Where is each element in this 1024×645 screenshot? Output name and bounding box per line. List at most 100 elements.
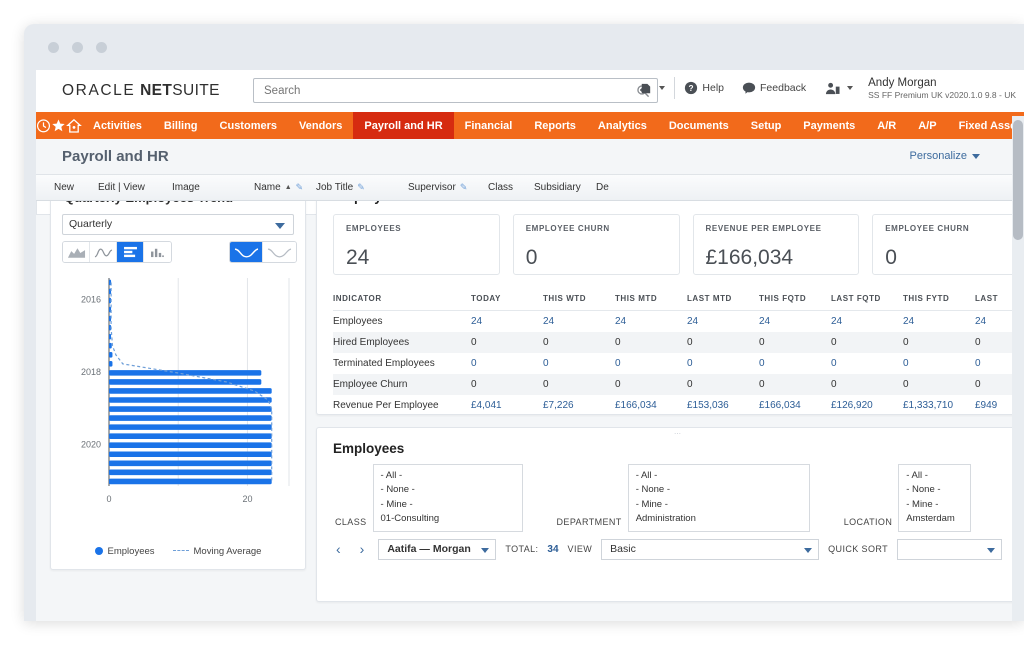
grid-column-image[interactable]: Image: [172, 182, 254, 193]
area-chart-icon[interactable]: [63, 242, 90, 262]
nav-item-activities[interactable]: Activities: [82, 112, 153, 139]
column-header[interactable]: THIS WTD: [543, 288, 615, 311]
filter-option[interactable]: - None -: [906, 483, 963, 497]
personalize-button[interactable]: Personalize: [910, 150, 980, 162]
portlet-drag-handle[interactable]: ⋯: [668, 432, 688, 437]
employee-range-select[interactable]: Aatifa — Morgan: [378, 539, 496, 560]
filter-option[interactable]: - All -: [381, 469, 515, 483]
user-identity[interactable]: Andy Morgan SS FF Premium UK v2020.1.0 9…: [862, 76, 1020, 100]
indicator-value[interactable]: 0: [543, 353, 615, 374]
filter-option[interactable]: - None -: [381, 483, 515, 497]
filter-option[interactable]: - All -: [636, 469, 802, 483]
class-filter[interactable]: - All -- None -- Mine -01-Consulting: [373, 464, 523, 532]
indicator-value[interactable]: £166,034: [615, 395, 687, 416]
grid-column-name[interactable]: Name▲✎: [254, 182, 316, 193]
nav-item-payroll-and-hr[interactable]: Payroll and HR: [353, 112, 453, 139]
indicator-value[interactable]: £4,041: [471, 395, 543, 416]
grid-column-supervisor[interactable]: Supervisor✎: [408, 182, 488, 193]
grid-column-job-title[interactable]: Job Title✎: [316, 182, 408, 193]
quick-sort-select[interactable]: [897, 539, 1002, 560]
indicator-value[interactable]: £126,920: [831, 395, 903, 416]
nav-item-a-r[interactable]: A/R: [866, 112, 907, 139]
filter-option[interactable]: 01-Consulting: [381, 512, 515, 526]
grid-column-de[interactable]: De: [596, 182, 636, 193]
column-header[interactable]: THIS MTD: [615, 288, 687, 311]
nav-item-customers[interactable]: Customers: [209, 112, 288, 139]
location-filter[interactable]: - All -- None -- Mine -Amsterdam: [898, 464, 971, 532]
quick-add-menu[interactable]: [629, 81, 674, 96]
indicator-value[interactable]: 0: [831, 353, 903, 374]
window-close-dot[interactable]: [48, 42, 59, 53]
grid-column-edit-view[interactable]: Edit | View: [98, 182, 172, 193]
kpi-card[interactable]: EMPLOYEE CHURN0: [872, 214, 1024, 275]
grid-column-subsidiary[interactable]: Subsidiary: [534, 182, 596, 193]
edit-pencil-icon[interactable]: ✎: [357, 182, 365, 193]
nav-item-documents[interactable]: Documents: [658, 112, 740, 139]
indicator-value[interactable]: 0: [615, 353, 687, 374]
kpi-card[interactable]: EMPLOYEES24: [333, 214, 500, 275]
page-scrollbar[interactable]: [1012, 116, 1024, 621]
filter-option[interactable]: - Mine -: [636, 498, 802, 512]
indicator-value[interactable]: 24: [903, 311, 975, 333]
window-minimize-dot[interactable]: [72, 42, 83, 53]
nav-home-icon[interactable]: [66, 112, 82, 139]
column-header[interactable]: THIS FQTD: [759, 288, 831, 311]
indicator-value[interactable]: 0: [903, 353, 975, 374]
filter-option[interactable]: Amsterdam: [906, 512, 963, 526]
page-scrollbar-thumb[interactable]: [1013, 120, 1023, 240]
department-filter[interactable]: - All -- None -- Mine -Administration: [628, 464, 810, 532]
prev-page-button[interactable]: ‹: [331, 541, 346, 557]
next-page-button[interactable]: ›: [355, 541, 370, 557]
column-header[interactable]: LAST FQTD: [831, 288, 903, 311]
indicator-value[interactable]: 24: [687, 311, 759, 333]
trend-on-icon[interactable]: [230, 242, 263, 262]
indicator-value[interactable]: £166,034: [759, 395, 831, 416]
nav-item-analytics[interactable]: Analytics: [587, 112, 658, 139]
indicator-value[interactable]: 24: [759, 311, 831, 333]
global-search[interactable]: [253, 78, 658, 103]
indicator-value[interactable]: £7,226: [543, 395, 615, 416]
filter-option[interactable]: - Mine -: [906, 498, 963, 512]
column-header[interactable]: TODAY: [471, 288, 543, 311]
nav-item-payments[interactable]: Payments: [792, 112, 866, 139]
filter-option[interactable]: - Mine -: [381, 498, 515, 512]
user-menu[interactable]: [815, 81, 862, 96]
filter-option[interactable]: - None -: [636, 483, 802, 497]
indicator-value[interactable]: 0: [471, 353, 543, 374]
indicator-value[interactable]: £153,036: [687, 395, 759, 416]
indicator-value[interactable]: 24: [543, 311, 615, 333]
horizontal-bar-chart-icon[interactable]: [117, 242, 144, 262]
indicator-value[interactable]: 24: [831, 311, 903, 333]
nav-item-financial[interactable]: Financial: [454, 112, 524, 139]
nav-favorites-icon[interactable]: [51, 112, 66, 139]
window-maximize-dot[interactable]: [96, 42, 107, 53]
kpi-card[interactable]: REVENUE PER EMPLOYEE£166,034: [693, 214, 860, 275]
indicator-value[interactable]: 24: [471, 311, 543, 333]
grid-column-new[interactable]: New: [54, 182, 98, 193]
sort-ascending-icon[interactable]: ▲: [285, 184, 292, 191]
edit-pencil-icon[interactable]: ✎: [296, 182, 304, 193]
column-header[interactable]: LAST MTD: [687, 288, 759, 311]
period-select[interactable]: Quarterly: [62, 214, 294, 235]
feedback-button[interactable]: Feedback: [733, 81, 815, 95]
nav-item-vendors[interactable]: Vendors: [288, 112, 353, 139]
indicator-value[interactable]: 24: [615, 311, 687, 333]
help-button[interactable]: ? Help: [675, 81, 733, 95]
kpi-card[interactable]: EMPLOYEE CHURN0: [513, 214, 680, 275]
grid-column-class[interactable]: Class: [488, 182, 534, 193]
nav-item-billing[interactable]: Billing: [153, 112, 209, 139]
line-chart-icon[interactable]: [90, 242, 117, 262]
edit-pencil-icon[interactable]: ✎: [460, 182, 468, 193]
nav-item-a-p[interactable]: A/P: [907, 112, 947, 139]
column-header[interactable]: THIS FYTD: [903, 288, 975, 311]
indicator-value[interactable]: £1,333,710: [903, 395, 975, 416]
nav-item-setup[interactable]: Setup: [740, 112, 793, 139]
indicator-value[interactable]: 0: [759, 353, 831, 374]
nav-recent-icon[interactable]: [36, 112, 51, 139]
filter-option[interactable]: Administration: [636, 512, 802, 526]
filter-option[interactable]: - All -: [906, 469, 963, 483]
search-input[interactable]: [262, 79, 631, 102]
indicator-value[interactable]: 0: [687, 353, 759, 374]
trend-off-icon[interactable]: [263, 242, 296, 262]
oracle-netsuite-logo[interactable]: ORACLE NETSUITE: [62, 82, 220, 100]
